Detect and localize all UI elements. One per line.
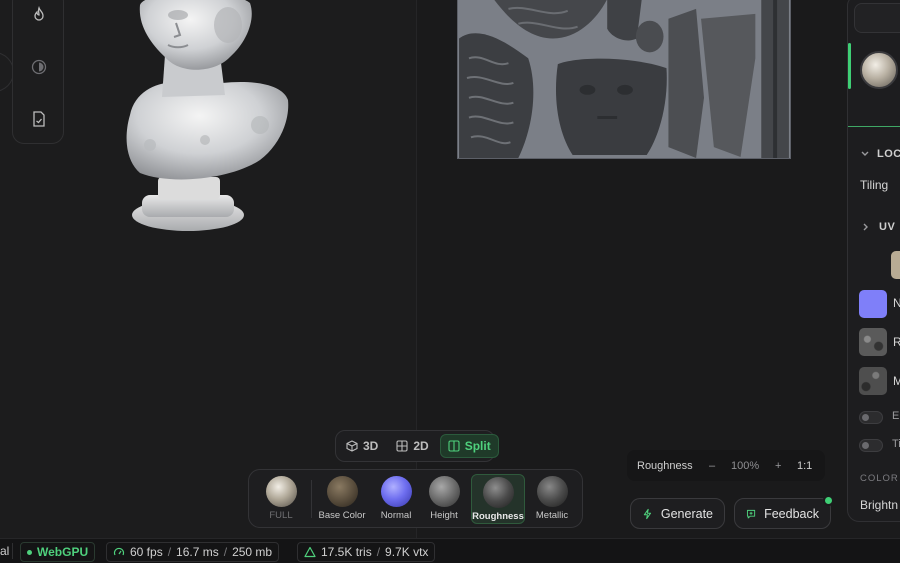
renderer-status-dot	[27, 549, 32, 555]
memory-value: 250 mb	[232, 545, 273, 559]
view-mode-3d-label: 3D	[363, 439, 379, 453]
full-sphere-icon	[265, 476, 297, 507]
material-panel: LOC Tiling UV N R M E Ti COLOR Brightn	[847, 0, 900, 522]
feedback-button[interactable]: Feedback	[734, 498, 831, 529]
view-mode-split-label: Split	[464, 439, 491, 453]
view-mode-2d-label: 2D	[413, 439, 429, 453]
notification-dot	[823, 495, 834, 506]
metallic-sphere-icon	[536, 476, 568, 507]
renderer-badge: WebGPU	[20, 542, 96, 562]
channel-roughness-label: Roughness	[472, 511, 524, 522]
renderer-label: WebGPU	[37, 545, 89, 559]
channel-selector: FULL Base Color Normal Height Roughness …	[248, 469, 583, 528]
channel-full-button[interactable]: FULL	[254, 474, 308, 524]
metallic-map-label: M	[893, 374, 900, 388]
view-mode-switcher: 3D 2D Split	[335, 430, 499, 462]
cube-icon	[346, 440, 358, 452]
flame-tool-button[interactable]	[26, 2, 52, 28]
brightness-label: Brightn	[860, 498, 899, 512]
channel-height-button[interactable]: Height	[417, 474, 471, 524]
normal-sphere-icon	[380, 476, 412, 507]
tool-rail	[12, 0, 64, 144]
channel-roughness-button[interactable]: Roughness	[471, 474, 525, 524]
emissive-toggle[interactable]	[859, 411, 883, 424]
zoom-channel-label: Roughness	[637, 459, 693, 472]
status-separator: /	[376, 545, 381, 559]
export-tool-button[interactable]	[26, 106, 52, 132]
export-file-icon	[33, 111, 45, 127]
chevron-right-icon[interactable]	[861, 222, 871, 232]
selection-indicator	[848, 43, 851, 89]
channel-base-color-label: Base Color	[318, 510, 366, 521]
tris-value: 17.5K tris	[321, 545, 372, 559]
view-mode-3d-button[interactable]: 3D	[339, 434, 385, 458]
feedback-label: Feedback	[764, 506, 819, 521]
metallic-map-swatch[interactable]	[859, 367, 887, 395]
channel-normal-label: Normal	[380, 510, 412, 521]
material-sphere-thumbnail	[860, 51, 898, 89]
vtx-value: 9.7K vtx	[385, 545, 429, 559]
zoom-level: 100%	[731, 459, 760, 472]
generate-button[interactable]: Generate	[630, 498, 725, 529]
height-sphere-icon	[428, 476, 460, 507]
status-left-fragment: al	[0, 544, 10, 558]
roughness-sphere-icon	[482, 477, 514, 508]
channel-metallic-button[interactable]: Metallic	[525, 474, 579, 524]
channel-full-label: FULL	[269, 510, 293, 521]
section-uv-heading[interactable]: UV	[879, 221, 895, 233]
gauge-icon	[113, 547, 125, 556]
texture-zoom-bar: Roughness – 100% + 1:1	[627, 450, 825, 481]
section-local-heading[interactable]: LOC	[877, 148, 900, 160]
lightning-icon	[643, 508, 652, 519]
emissive-toggle-label: E	[892, 410, 900, 422]
performance-badge: 60 fps / 16.7 ms / 250 mb	[106, 542, 280, 562]
zoom-in-button[interactable]: +	[775, 460, 781, 472]
viewport: LOC Tiling UV N R M E Ti COLOR Brightn 3…	[0, 0, 900, 538]
bust-3d-model[interactable]	[110, 0, 310, 240]
flame-icon	[34, 6, 44, 21]
contrast-tool-button[interactable]	[26, 54, 52, 80]
status-bar: al WebGPU 60 fps / 16.7 ms / 250 mb 17.5…	[0, 538, 900, 563]
base-color-swatch[interactable]	[891, 251, 900, 279]
panel-top-button[interactable]	[854, 3, 900, 33]
fps-value: 60 fps	[130, 545, 163, 559]
triangle-icon	[304, 546, 316, 558]
chevron-down-icon[interactable]	[860, 149, 870, 159]
roughness-map-swatch[interactable]	[859, 328, 887, 356]
panel-divider	[848, 126, 900, 127]
zoom-out-button[interactable]: –	[709, 460, 715, 472]
contrast-icon	[31, 59, 47, 75]
channel-metallic-label: Metallic	[535, 510, 569, 521]
frame-time-value: 16.7 ms	[176, 545, 219, 559]
channel-height-label: Height	[430, 510, 458, 521]
geometry-badge: 17.5K tris / 9.7K vtx	[297, 542, 436, 562]
channel-base-color-button[interactable]: Base Color	[314, 474, 370, 524]
zoom-reset-button[interactable]: 1:1	[797, 460, 812, 472]
roughness-texture-atlas[interactable]	[457, 0, 791, 159]
status-separator: /	[223, 545, 228, 559]
split-view-icon	[448, 440, 460, 452]
chevron-left-icon	[0, 66, 4, 80]
generate-label: Generate	[660, 506, 713, 521]
status-divider	[12, 543, 13, 559]
base-color-sphere-icon	[326, 476, 358, 507]
section-color-heading: COLOR	[860, 473, 899, 484]
view-mode-split-button[interactable]: Split	[439, 434, 499, 458]
second-toggle[interactable]	[859, 439, 883, 452]
material-preview-selected[interactable]	[848, 43, 900, 91]
roughness-map-label: R	[893, 335, 900, 349]
normal-map-swatch[interactable]	[859, 290, 887, 318]
grid-icon	[396, 440, 408, 452]
second-toggle-label: Ti	[892, 438, 900, 450]
channel-separator	[311, 480, 312, 518]
channel-normal-button[interactable]: Normal	[369, 474, 423, 524]
tiling-label: Tiling	[860, 178, 889, 192]
feedback-icon	[746, 509, 756, 518]
view-mode-2d-button[interactable]: 2D	[389, 434, 435, 458]
status-separator: /	[167, 545, 172, 559]
normal-map-label: N	[893, 296, 900, 310]
